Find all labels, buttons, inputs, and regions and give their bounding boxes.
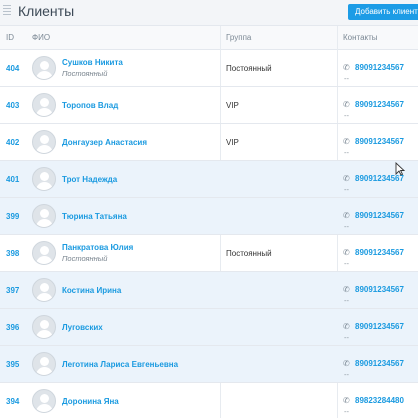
user-avatar-icon [32, 352, 56, 376]
contact-placeholder: -- [344, 148, 349, 157]
table-row[interactable]: 398 Панкратова Юлия Постоянный Постоянный ✆ 8… [0, 235, 418, 272]
client-group: Постоянный [226, 249, 272, 258]
client-name-link[interactable]: Донгаузер Анастасия [62, 138, 147, 147]
user-avatar-icon [32, 56, 56, 80]
table-row[interactable]: 401 Трот Надежда ✆ 89091234567 -- [0, 161, 418, 198]
client-name-link[interactable]: Сушков Никита [62, 58, 123, 67]
table-row[interactable]: 399 Тюрина Татьяна ✆ 89091234567 -- [0, 198, 418, 235]
client-id[interactable]: 395 [6, 360, 19, 369]
user-avatar-icon [32, 315, 56, 339]
user-avatar-icon [32, 389, 56, 413]
contact-placeholder: -- [344, 333, 349, 342]
contact-placeholder: -- [344, 407, 349, 416]
phone-link[interactable]: 89091234567 [355, 100, 404, 109]
page-title: Клиенты [18, 3, 75, 19]
phone-icon: ✆ [343, 359, 350, 368]
client-group: VIP [226, 101, 239, 110]
user-avatar-icon [32, 241, 56, 265]
client-id[interactable]: 399 [6, 212, 19, 221]
phone-link[interactable]: 89091234567 [355, 359, 404, 368]
client-status: Постоянный [62, 69, 108, 78]
client-id[interactable]: 402 [6, 138, 19, 147]
client-id[interactable]: 396 [6, 323, 19, 332]
client-id[interactable]: 394 [6, 397, 19, 406]
contact-placeholder: -- [344, 185, 349, 194]
phone-link[interactable]: 89823284480 [355, 396, 404, 405]
table-row[interactable]: 403 Торопов Влад VIP ✆ 89091234567 -- [0, 87, 418, 124]
phone-icon: ✆ [343, 396, 350, 405]
phone-link[interactable]: 89091234567 [355, 211, 404, 220]
client-name-link[interactable]: Луговских [62, 323, 103, 332]
client-name-link[interactable]: Костина Ирина [62, 286, 121, 295]
table-row[interactable]: 395 Леготина Лариса Евгеньевна ✆ 8909123456… [0, 346, 418, 383]
user-avatar-icon [32, 130, 56, 154]
drag-handle-icon[interactable] [3, 5, 11, 17]
phone-link[interactable]: 89091234567 [355, 285, 404, 294]
contact-placeholder: -- [344, 111, 349, 120]
page-header: Клиенты Добавить клиента [0, 0, 418, 26]
client-status: Постоянный [62, 254, 108, 263]
column-header-group[interactable]: Группа [226, 33, 251, 42]
table-row[interactable]: 397 Костина Ирина ✆ 89091234567 -- [0, 272, 418, 309]
phone-icon: ✆ [343, 248, 350, 257]
phone-icon: ✆ [343, 137, 350, 146]
column-header-contacts[interactable]: Контакты [343, 33, 378, 42]
phone-link[interactable]: 89091234567 [355, 322, 404, 331]
contact-placeholder: -- [344, 370, 349, 379]
table-row[interactable]: 394 Доронина Яна ✆ 89823284480 -- [0, 383, 418, 418]
contact-placeholder: -- [344, 296, 349, 305]
phone-link[interactable]: 89091234567 [355, 63, 404, 72]
phone-icon: ✆ [343, 100, 350, 109]
client-id[interactable]: 403 [6, 101, 19, 110]
client-id[interactable]: 401 [6, 175, 19, 184]
phone-link[interactable]: 89091234567 [355, 248, 404, 257]
client-name-link[interactable]: Трот Надежда [62, 175, 117, 184]
client-id[interactable]: 397 [6, 286, 19, 295]
table-header: ID ФИО Группа Контакты [0, 26, 418, 50]
mouse-cursor-icon [395, 162, 405, 176]
contact-placeholder: -- [344, 74, 349, 83]
user-avatar-icon [32, 204, 56, 228]
phone-icon: ✆ [343, 211, 350, 220]
table-row[interactable]: 404 Сушков Никита Постоянный Постоянный ✆ 890… [0, 50, 418, 87]
client-name-link[interactable]: Торопов Влад [62, 101, 118, 110]
phone-icon: ✆ [343, 285, 350, 294]
client-name-link[interactable]: Панкратова Юлия [62, 243, 133, 252]
client-id[interactable]: 398 [6, 249, 19, 258]
phone-link[interactable]: 89091234567 [355, 137, 404, 146]
client-name-link[interactable]: Тюрина Татьяна [62, 212, 127, 221]
user-avatar-icon [32, 278, 56, 302]
table-row[interactable]: 402 Донгаузер Анастасия VIP ✆ 89091234567 -- [0, 124, 418, 161]
client-group: Постоянный [226, 64, 272, 73]
client-name-link[interactable]: Леготина Лариса Евгеньевна [62, 360, 178, 369]
phone-icon: ✆ [343, 63, 350, 72]
contact-placeholder: -- [344, 222, 349, 231]
contact-placeholder: -- [344, 259, 349, 268]
add-client-button[interactable]: Добавить клиента [348, 4, 418, 20]
client-name-link[interactable]: Доронина Яна [62, 397, 119, 406]
table-row[interactable]: 396 Луговских ✆ 89091234567 -- [0, 309, 418, 346]
client-group: VIP [226, 138, 239, 147]
column-header-name[interactable]: ФИО [32, 33, 50, 42]
phone-icon: ✆ [343, 322, 350, 331]
user-avatar-icon [32, 93, 56, 117]
user-avatar-icon [32, 167, 56, 191]
client-id[interactable]: 404 [6, 64, 19, 73]
column-header-id[interactable]: ID [6, 33, 14, 42]
phone-icon: ✆ [343, 174, 350, 183]
